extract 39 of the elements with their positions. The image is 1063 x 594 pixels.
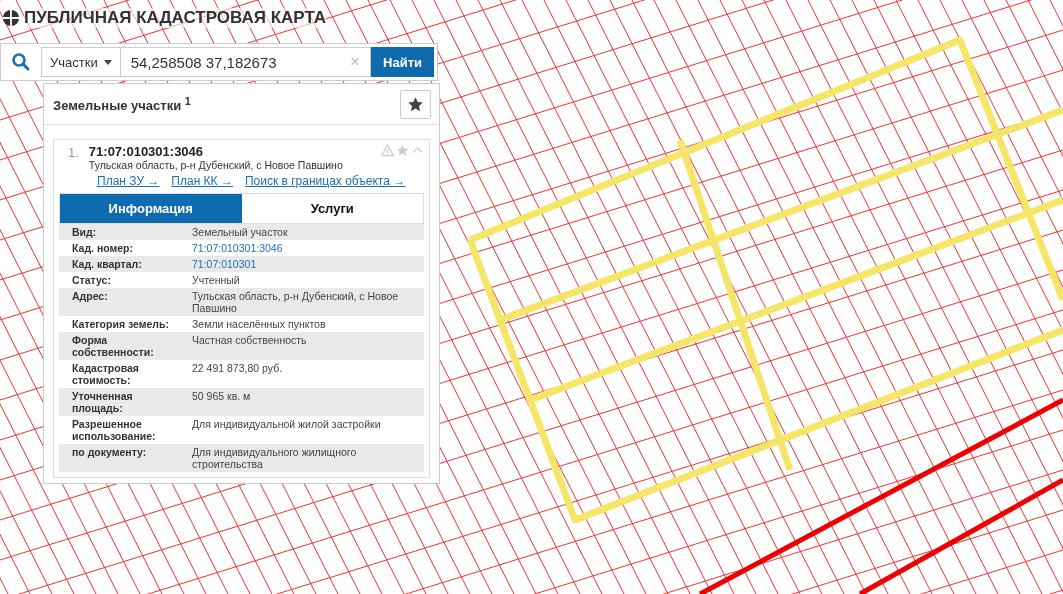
field-value: Тульская область, р-н Дубенский, с Новое Павшино	[192, 290, 400, 314]
search-icon[interactable]	[11, 52, 31, 72]
result-index: 1.	[68, 144, 79, 160]
value-link[interactable]: 71:07:010301:3046	[192, 242, 424, 254]
field-value: Частная собственность	[192, 334, 308, 348]
tab[interactable]: Информация	[60, 194, 242, 223]
favorite-button[interactable]	[400, 90, 431, 119]
field-label: Уточненная площадь:	[72, 390, 134, 414]
page-title: ПУБЛИЧНАЯ КАДАСТРОВАЯ КАРТА	[24, 8, 326, 28]
field-label: Кад. номер:	[72, 242, 134, 254]
field-label: Адрес:	[72, 290, 109, 304]
plan-link[interactable]: План КК →	[171, 174, 233, 188]
field-value: 50 965 кв. м	[192, 390, 252, 404]
field-value: Учтенный	[192, 274, 241, 286]
results-title: Земельные участки $^{1}$	[53, 95, 191, 114]
field-label: Разрешенное использование:	[72, 418, 157, 442]
find-button[interactable]: Найти	[371, 47, 434, 77]
field-value: Для индивидуального жилищного строительства	[192, 446, 358, 470]
address-text: Тульская область, р-н Дубенский, с Новое Павшино	[88, 159, 344, 171]
field-value: Земли населённых пунктов	[192, 318, 327, 330]
category-dropdown[interactable]: Участки	[41, 47, 121, 77]
field-value: 22 491 873,80 руб.	[192, 362, 284, 376]
field-label: Вид:	[72, 226, 98, 238]
star-icon[interactable]	[396, 144, 409, 157]
field-label: Статус:	[72, 274, 112, 286]
cadastral-number: 71:07:010301:3046	[88, 144, 205, 159]
plan-link[interactable]: План ЗУ →	[97, 174, 160, 188]
field-value: Земельный участок	[192, 226, 289, 238]
field-label: Кад. квартал:	[72, 258, 143, 270]
plan-link[interactable]: Поиск в границах объекта →	[244, 174, 406, 188]
field-label: Форма собственности:	[72, 334, 155, 358]
field-label: Категория земель:	[72, 318, 170, 330]
field-value: Для индивидуальной жилой застройки	[192, 418, 382, 432]
star-icon	[407, 96, 424, 113]
logo-icon	[2, 9, 20, 27]
field-label: по документу:	[72, 446, 148, 460]
field-label: Кадастровая стоимость:	[72, 362, 140, 386]
value-link[interactable]: 71:07:010301	[192, 258, 424, 270]
caret-icon	[103, 59, 112, 65]
